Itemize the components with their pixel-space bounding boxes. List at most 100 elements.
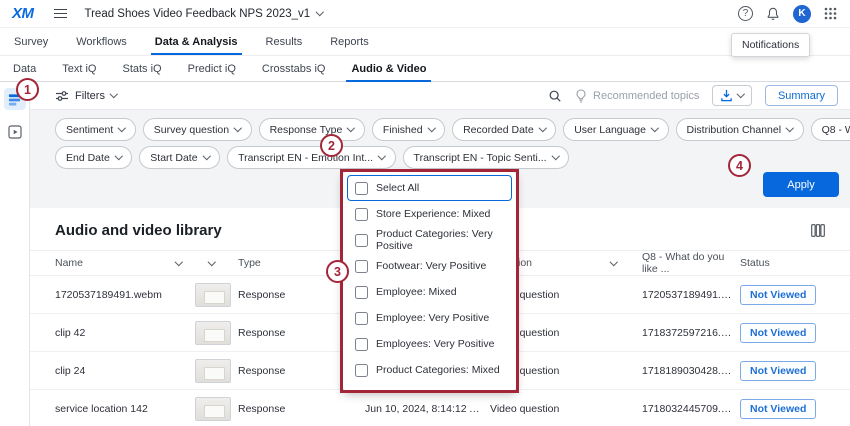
column-header-thumbnail[interactable] [195, 262, 238, 265]
chevron-down-icon [110, 90, 118, 98]
chevron-down-icon [609, 258, 617, 266]
chevron-down-icon [115, 152, 123, 160]
filters-toolbar: Filters Recommended topics Summary [30, 82, 850, 110]
chevron-down-icon [118, 124, 126, 132]
chip-finished[interactable]: Finished [372, 118, 445, 141]
chip-transcript-topic-sentiment[interactable]: Transcript EN - Topic Senti... [403, 146, 570, 169]
nav-item-reports[interactable]: Reports [316, 28, 383, 55]
export-button[interactable] [712, 85, 752, 106]
dropdown-item-select-all[interactable]: Select All [347, 175, 512, 201]
video-thumbnail[interactable] [195, 359, 231, 383]
sidebar-item-player[interactable] [4, 121, 26, 143]
recommended-topics-button[interactable]: Recommended topics [575, 89, 699, 103]
chip-end-date[interactable]: End Date [55, 146, 132, 169]
app-window: XM Tread Shoes Video Feedback NPS 2023_v… [0, 0, 850, 426]
chevron-down-icon [378, 152, 386, 160]
nav-item-data-analysis[interactable]: Data & Analysis [141, 28, 252, 55]
dropdown-item[interactable]: Product Categories: Very Positive [347, 227, 512, 253]
chevron-down-icon [316, 8, 324, 16]
chip-q8[interactable]: Q8 - What do you like or di... [811, 118, 850, 141]
dropdown-item[interactable]: Employees: Very Positive [347, 331, 512, 357]
app-grid-icon[interactable] [824, 7, 837, 20]
dropdown-item[interactable]: Store Experience: Mixed [347, 201, 512, 227]
table-row[interactable]: service location 142 Response Jun 10, 20… [30, 390, 850, 426]
chip-user-language[interactable]: User Language [563, 118, 668, 141]
cell-q8: 1718189030428.webm [630, 365, 740, 377]
chevron-down-icon [737, 90, 745, 98]
notifications-bell-icon[interactable] [766, 7, 780, 21]
chevron-down-icon [347, 124, 355, 132]
status-badge: Not Viewed [740, 361, 816, 381]
project-title-dropdown[interactable]: Tread Shoes Video Feedback NPS 2023_v1 [85, 8, 323, 20]
main-nav: Survey Workflows Data & Analysis Results… [0, 28, 850, 56]
cell-question: Video question [490, 403, 630, 415]
chevron-down-icon [551, 152, 559, 160]
nav-item-results[interactable]: Results [252, 28, 317, 55]
left-sidebar [0, 82, 30, 426]
checkbox[interactable] [355, 182, 368, 195]
checkbox[interactable] [355, 208, 368, 221]
nav-item-workflows[interactable]: Workflows [62, 28, 141, 55]
dropdown-item[interactable]: Employee: Mixed [347, 279, 512, 305]
nav-item-survey[interactable]: Survey [0, 28, 62, 55]
checkbox[interactable] [355, 312, 368, 325]
recommended-topics-label: Recommended topics [593, 90, 699, 102]
tab-stats-iq[interactable]: Stats iQ [109, 56, 174, 81]
chip-transcript-emotion[interactable]: Transcript EN - Emotion Int... [227, 146, 395, 169]
video-thumbnail[interactable] [195, 283, 231, 307]
cell-recorded: Jun 10, 2024, 8:14:12 AM [365, 403, 490, 415]
status-badge: Not Viewed [740, 323, 816, 343]
cell-name: service location 142 [55, 403, 195, 415]
checkbox[interactable] [355, 234, 368, 247]
dropdown-item[interactable]: Footwear: Very Positive [347, 253, 512, 279]
help-icon[interactable]: ? [738, 6, 753, 21]
topic-sentiment-dropdown: Select All Store Experience: Mixed Produ… [343, 172, 516, 391]
sub-nav: Data Text iQ Stats iQ Predict iQ Crossta… [0, 56, 850, 82]
checkbox[interactable] [355, 338, 368, 351]
checkbox[interactable] [355, 286, 368, 299]
columns-settings-icon[interactable] [811, 224, 825, 237]
annotation-circle-4: 4 [728, 154, 751, 177]
column-header-name[interactable]: Name [55, 257, 195, 269]
chevron-down-icon [427, 124, 435, 132]
checkbox[interactable] [355, 260, 368, 273]
column-header-status[interactable]: Status [740, 257, 825, 269]
video-thumbnail[interactable] [195, 321, 231, 345]
chevron-down-icon [786, 124, 794, 132]
filters-control[interactable]: Filters [55, 90, 116, 102]
xm-logo: XM [12, 5, 34, 22]
dropdown-item[interactable]: Employee: Very Positive [347, 305, 512, 331]
chevron-down-icon [539, 124, 547, 132]
summary-button[interactable]: Summary [765, 85, 838, 106]
hamburger-menu-icon[interactable] [54, 9, 67, 19]
chevron-down-icon [234, 124, 242, 132]
cell-type: Response [238, 403, 365, 415]
checkbox[interactable] [355, 364, 368, 377]
dropdown-item[interactable]: Product Categories: Mixed [347, 357, 512, 383]
tab-predict-iq[interactable]: Predict iQ [175, 56, 249, 81]
avatar[interactable]: K [793, 5, 811, 23]
column-header-q8[interactable]: Q8 - What do you like ... [630, 251, 740, 275]
chevron-down-icon [208, 258, 216, 266]
status-badge: Not Viewed [740, 285, 816, 305]
apply-button[interactable]: Apply [763, 172, 839, 197]
chevron-down-icon [174, 258, 182, 266]
tab-text-iq[interactable]: Text iQ [49, 56, 109, 81]
tab-audio-video[interactable]: Audio & Video [338, 56, 439, 81]
annotation-circle-2: 2 [320, 134, 343, 157]
annotation-circle-1: 1 [16, 78, 39, 101]
tab-crosstabs-iq[interactable]: Crosstabs iQ [249, 56, 339, 81]
annotation-circle-3: 3 [326, 260, 349, 283]
chip-distribution-channel[interactable]: Distribution Channel [676, 118, 804, 141]
chip-response-type[interactable]: Response Type [259, 118, 365, 141]
chip-sentiment[interactable]: Sentiment [55, 118, 136, 141]
video-thumbnail[interactable] [195, 397, 231, 421]
cell-q8: 1718372597216.webm [630, 327, 740, 339]
chip-start-date[interactable]: Start Date [139, 146, 220, 169]
lightbulb-icon [575, 89, 587, 103]
notifications-tooltip: Notifications [731, 33, 810, 57]
top-bar: XM Tread Shoes Video Feedback NPS 2023_v… [0, 0, 850, 28]
chip-survey-question[interactable]: Survey question [143, 118, 252, 141]
chip-recorded-date[interactable]: Recorded Date [452, 118, 556, 141]
search-icon[interactable] [548, 89, 562, 103]
